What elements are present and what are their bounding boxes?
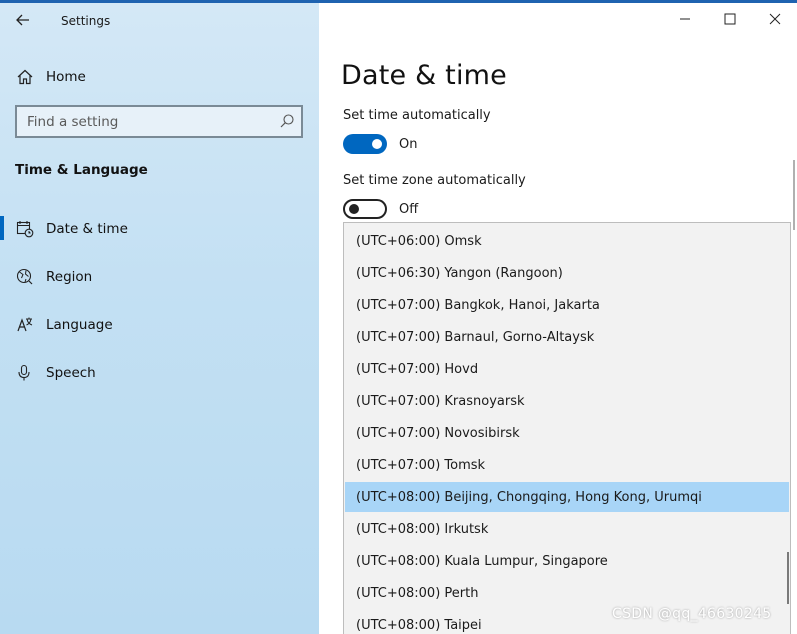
home-icon bbox=[17, 69, 33, 85]
dropdown-scrollbar-thumb[interactable] bbox=[787, 552, 789, 604]
maximize-icon bbox=[724, 13, 736, 25]
sidebar-item-label: Speech bbox=[46, 365, 96, 381]
timezone-option[interactable]: (UTC+08:00) Kuala Lumpur, Singapore bbox=[345, 546, 789, 576]
sidebar-item-label: Date & time bbox=[46, 221, 128, 237]
toggle-knob bbox=[372, 139, 382, 149]
sidebar-item-label: Home bbox=[46, 69, 86, 85]
sidebar-item-home[interactable]: Home bbox=[0, 62, 319, 92]
set-timezone-auto-label: Set time zone automatically bbox=[343, 173, 526, 188]
page-scrollbar[interactable] bbox=[793, 160, 795, 230]
arrow-left-icon bbox=[16, 14, 29, 26]
close-button[interactable] bbox=[752, 3, 797, 35]
language-icon bbox=[17, 317, 33, 332]
sidebar: Settings Home Find a setting Time & Lang… bbox=[0, 3, 319, 634]
timezone-option[interactable]: (UTC+06:00) Omsk bbox=[345, 226, 789, 256]
maximize-button[interactable] bbox=[707, 3, 753, 35]
calendar-clock-icon bbox=[16, 221, 34, 238]
globe-icon bbox=[16, 268, 33, 285]
sidebar-item-speech[interactable]: Speech bbox=[0, 356, 319, 390]
set-time-auto-toggle[interactable] bbox=[343, 134, 387, 154]
active-indicator bbox=[0, 216, 4, 240]
timezone-option[interactable]: (UTC+07:00) Barnaul, Gorno-Altaysk bbox=[345, 322, 789, 352]
section-title: Time & Language bbox=[15, 162, 148, 178]
timezone-option[interactable]: (UTC+07:00) Tomsk bbox=[345, 450, 789, 480]
set-time-auto-state: On bbox=[399, 137, 418, 152]
search-icon bbox=[280, 114, 294, 128]
sidebar-item-label: Language bbox=[46, 317, 113, 333]
timezone-option[interactable]: (UTC+06:30) Yangon (Rangoon) bbox=[345, 258, 789, 288]
search-box[interactable]: Find a setting bbox=[15, 105, 303, 138]
timezone-option[interactable]: (UTC+07:00) Bangkok, Hanoi, Jakarta bbox=[345, 290, 789, 320]
timezone-option[interactable]: (UTC+07:00) Krasnoyarsk bbox=[345, 386, 789, 416]
close-icon bbox=[769, 13, 781, 25]
timezone-option[interactable]: (UTC+07:00) Novosibirsk bbox=[345, 418, 789, 448]
page-title: Date & time bbox=[341, 60, 507, 91]
timezone-option[interactable]: (UTC+08:00) Irkutsk bbox=[345, 514, 789, 544]
minimize-button[interactable] bbox=[662, 3, 708, 35]
app-title: Settings bbox=[61, 14, 111, 28]
sidebar-item-label: Region bbox=[46, 269, 93, 285]
search-placeholder: Find a setting bbox=[27, 114, 119, 130]
sidebar-item-region[interactable]: Region bbox=[0, 260, 319, 294]
set-time-auto-label: Set time automatically bbox=[343, 108, 491, 123]
timezone-option[interactable]: (UTC+08:00) Perth bbox=[345, 578, 789, 608]
sidebar-item-date-time[interactable]: Date & time bbox=[0, 212, 319, 246]
minimize-icon bbox=[680, 18, 690, 20]
set-timezone-auto-state: Off bbox=[399, 202, 419, 217]
watermark: CSDN @qq_46630245 bbox=[612, 606, 772, 622]
timezone-dropdown-list[interactable]: (UTC+06:00) Omsk (UTC+06:30) Yangon (Ran… bbox=[343, 222, 791, 634]
back-button[interactable] bbox=[12, 9, 34, 31]
microphone-icon bbox=[18, 364, 30, 381]
timezone-option[interactable]: (UTC+07:00) Hovd bbox=[345, 354, 789, 384]
timezone-option-selected[interactable]: (UTC+08:00) Beijing, Chongqing, Hong Kon… bbox=[345, 482, 789, 512]
toggle-knob bbox=[349, 204, 359, 214]
set-timezone-auto-toggle[interactable] bbox=[343, 199, 387, 219]
sidebar-item-language[interactable]: Language bbox=[0, 308, 319, 342]
